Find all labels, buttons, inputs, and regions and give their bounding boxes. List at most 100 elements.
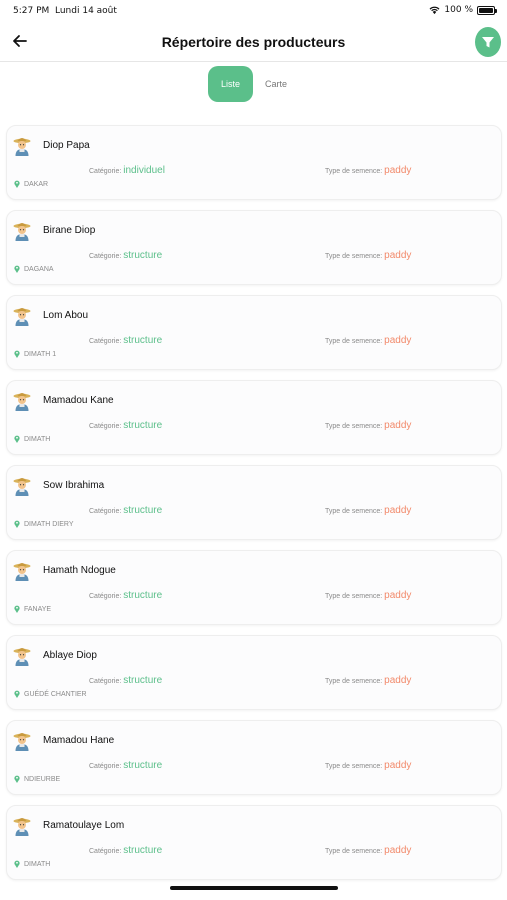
status-bar: 5:27 PM Lundi 14 août 100 % bbox=[0, 0, 507, 22]
location-pin-icon bbox=[14, 350, 20, 358]
page-title: Répertoire des producteurs bbox=[161, 34, 346, 50]
location-row: DAGANA bbox=[14, 265, 54, 273]
seed-value: paddy bbox=[384, 165, 412, 176]
location-pin-icon bbox=[14, 690, 20, 698]
location-pin-icon bbox=[14, 265, 20, 273]
location-row: GUÉDÉ CHANTIER bbox=[14, 690, 87, 698]
location-row: DAKAR bbox=[14, 180, 48, 188]
producer-card[interactable]: Mamadou Hane Catégorie: structure Type de … bbox=[6, 720, 502, 795]
category-label: Catégorie: bbox=[89, 423, 122, 430]
location-text: NDIEURBE bbox=[24, 775, 61, 783]
location-text: GUÉDÉ CHANTIER bbox=[24, 690, 87, 698]
category-row: Catégorie: structure bbox=[89, 845, 162, 856]
category-row: Catégorie: structure bbox=[89, 420, 162, 431]
seed-label: Type de semence: bbox=[325, 763, 383, 770]
farmer-avatar-icon bbox=[13, 478, 31, 496]
category-label: Catégorie: bbox=[89, 678, 122, 685]
location-row: DIMATH bbox=[14, 860, 50, 868]
location-row: DIMATH bbox=[14, 435, 50, 443]
seed-row: Type de semence: paddy bbox=[325, 420, 411, 431]
view-switcher: Liste Carte bbox=[208, 66, 287, 102]
location-text: DIMATH bbox=[24, 860, 51, 868]
location-pin-icon bbox=[14, 435, 20, 443]
category-row: Catégorie: individuel bbox=[89, 165, 165, 176]
category-row: Catégorie: structure bbox=[89, 675, 162, 686]
location-text: FANAYE bbox=[24, 605, 52, 613]
seed-value: paddy bbox=[384, 845, 412, 856]
tab-list[interactable]: Liste bbox=[208, 66, 253, 102]
seed-label: Type de semence: bbox=[325, 253, 383, 260]
seed-value: paddy bbox=[384, 250, 412, 261]
seed-row: Type de semence: paddy bbox=[325, 845, 411, 856]
filter-button[interactable] bbox=[475, 27, 501, 57]
home-indicator bbox=[170, 886, 338, 890]
location-text: DAGANA bbox=[24, 265, 54, 273]
location-text: DIMATH DIERY bbox=[24, 520, 74, 528]
category-label: Catégorie: bbox=[89, 848, 122, 855]
location-pin-icon bbox=[14, 180, 20, 188]
seed-row: Type de semence: paddy bbox=[325, 165, 411, 176]
farmer-avatar-icon bbox=[13, 648, 31, 666]
location-text: DIMATH 1 bbox=[24, 350, 57, 358]
category-value: structure bbox=[123, 760, 163, 771]
farmer-avatar-icon bbox=[13, 818, 31, 836]
producer-card[interactable]: Sow Ibrahima Catégorie: structure Type de … bbox=[6, 465, 502, 540]
producer-card[interactable]: Ramatoulaye Lom Catégorie: structure Type … bbox=[6, 805, 502, 880]
category-value: structure bbox=[123, 590, 163, 601]
seed-label: Type de semence: bbox=[325, 848, 383, 855]
producer-card[interactable]: Birane Diop Catégorie: structure Type de s… bbox=[6, 210, 502, 285]
seed-row: Type de semence: paddy bbox=[325, 590, 411, 601]
status-time: 5:27 PM Lundi 14 août bbox=[13, 6, 117, 16]
category-row: Catégorie: structure bbox=[89, 505, 162, 516]
seed-value: paddy bbox=[384, 590, 412, 601]
location-pin-icon bbox=[14, 520, 20, 528]
tab-map[interactable]: Carte bbox=[265, 79, 287, 89]
category-label: Catégorie: bbox=[89, 168, 122, 175]
seed-value: paddy bbox=[384, 420, 412, 431]
producer-name: Ablaye Diop bbox=[43, 650, 97, 661]
location-text: DAKAR bbox=[24, 180, 49, 188]
seed-label: Type de semence: bbox=[325, 508, 383, 515]
category-row: Catégorie: structure bbox=[89, 250, 162, 261]
seed-value: paddy bbox=[384, 505, 412, 516]
producer-name: Birane Diop bbox=[43, 225, 96, 236]
producer-card[interactable]: Mamadou Kane Catégorie: structure Type de … bbox=[6, 380, 502, 455]
producer-card[interactable]: Diop Papa Catégorie: individuel Type de se… bbox=[6, 125, 502, 200]
battery-icon bbox=[477, 5, 497, 15]
farmer-avatar-icon bbox=[13, 138, 31, 156]
category-value: structure bbox=[123, 675, 163, 686]
top-bar: Répertoire des producteurs bbox=[0, 22, 507, 62]
producer-card[interactable]: Ablaye Diop Catégorie: structure Type de s… bbox=[6, 635, 502, 710]
location-row: DIMATH 1 bbox=[14, 350, 56, 358]
seed-label: Type de semence: bbox=[325, 678, 383, 685]
seed-label: Type de semence: bbox=[325, 423, 383, 430]
producer-name: Lom Abou bbox=[43, 310, 89, 321]
category-label: Catégorie: bbox=[89, 593, 122, 600]
category-value: structure bbox=[123, 845, 163, 856]
seed-label: Type de semence: bbox=[325, 168, 383, 175]
category-value: structure bbox=[123, 335, 163, 346]
seed-row: Type de semence: paddy bbox=[325, 505, 411, 516]
producer-name: Hamath Ndogue bbox=[43, 565, 116, 576]
producer-name: Ramatoulaye Lom bbox=[43, 820, 125, 831]
wifi-icon bbox=[429, 6, 440, 14]
category-value: structure bbox=[123, 250, 163, 261]
farmer-avatar-icon bbox=[13, 223, 31, 241]
farmer-avatar-icon bbox=[13, 563, 31, 581]
farmer-avatar-icon bbox=[13, 393, 31, 411]
category-value: structure bbox=[123, 505, 163, 516]
location-row: DIMATH DIERY bbox=[14, 520, 74, 528]
seed-value: paddy bbox=[384, 675, 412, 686]
location-pin-icon bbox=[14, 605, 20, 613]
category-value: individuel bbox=[123, 165, 165, 176]
category-label: Catégorie: bbox=[89, 338, 122, 345]
category-row: Catégorie: structure bbox=[89, 590, 162, 601]
seed-row: Type de semence: paddy bbox=[325, 760, 411, 771]
producer-card[interactable]: Hamath Ndogue Catégorie: structure Type de… bbox=[6, 550, 502, 625]
seed-value: paddy bbox=[384, 335, 412, 346]
producer-card[interactable]: Lom Abou Catégorie: structure Type de seme… bbox=[6, 295, 502, 370]
category-label: Catégorie: bbox=[89, 763, 122, 770]
category-row: Catégorie: structure bbox=[89, 335, 162, 346]
category-value: structure bbox=[123, 420, 163, 431]
location-text: DIMATH bbox=[24, 435, 51, 443]
